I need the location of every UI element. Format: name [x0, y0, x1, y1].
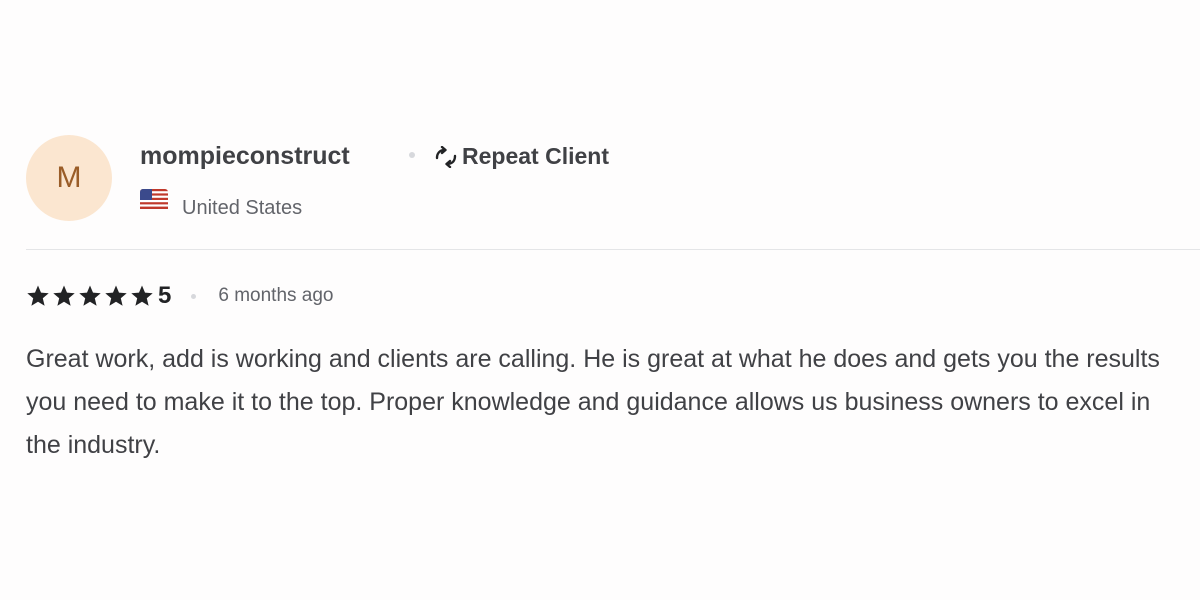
star-icon — [53, 285, 75, 306]
rating-value: 5 — [158, 282, 172, 309]
rating-row: 5 6 months ago — [26, 280, 334, 312]
review-card: M mompieconstruct Repeat Client United S… — [0, 0, 1200, 600]
star-icon — [27, 285, 49, 306]
separator-dot — [191, 293, 197, 299]
star-icon — [131, 285, 153, 306]
repeat-client-badge: Repeat Client — [434, 141, 609, 171]
review-time: 6 months ago — [218, 285, 334, 306]
star-icon — [79, 285, 101, 306]
divider — [26, 249, 1200, 250]
country-name: United States — [182, 197, 303, 219]
repeat-arrows-icon — [435, 145, 457, 169]
reviewer-header: M mompieconstruct Repeat Client United S… — [26, 135, 1200, 221]
review-text: Great work, add is working and clients a… — [26, 345, 1160, 459]
us-flag-icon — [140, 189, 168, 217]
star-icon — [105, 285, 127, 306]
reviewer-username[interactable]: mompieconstruct — [140, 141, 350, 171]
star-rating — [26, 284, 154, 308]
separator-dot — [409, 152, 415, 158]
avatar[interactable]: M — [26, 135, 112, 221]
reviewer-country: United States — [140, 189, 302, 222]
repeat-client-label: Repeat Client — [462, 143, 609, 169]
